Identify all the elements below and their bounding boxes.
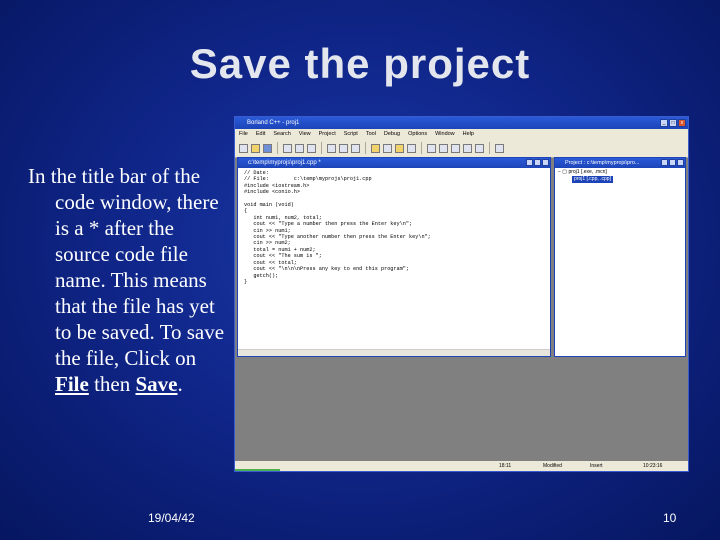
code-text[interactable]: // Date: // File: c:\temp\myprojs\proj1.… [238, 168, 550, 287]
cut-icon[interactable] [283, 143, 292, 153]
code-editor-window: c:\temp\myprojs\proj1.cpp * // Date: // … [237, 157, 551, 357]
editor-minimize-icon[interactable] [526, 159, 533, 166]
step-icon[interactable] [427, 143, 436, 153]
menu-help[interactable]: Help [463, 129, 474, 139]
menu-file[interactable]: File [239, 129, 248, 139]
ide-toolbar [235, 139, 688, 158]
inspect-icon[interactable] [475, 143, 484, 153]
find-icon[interactable] [351, 143, 360, 153]
tree-node-exe-label: proj1 [.exe, .mcn] [568, 169, 607, 175]
new-file-icon[interactable] [239, 143, 248, 153]
project-title-bar: Project : c:\temp\myprojs\pro... [555, 158, 685, 168]
run-icon[interactable] [395, 143, 404, 153]
redo-icon[interactable] [339, 143, 348, 153]
editor-horizontal-scrollbar[interactable] [238, 349, 550, 356]
then-word: then [94, 372, 131, 396]
editor-maximize-icon[interactable] [534, 159, 541, 166]
ide-title-bar: Borland C++ - proj1 _ □ x [235, 117, 688, 129]
project-maximize-icon[interactable] [669, 159, 676, 166]
menu-view[interactable]: View [299, 129, 311, 139]
save-icon[interactable] [263, 143, 272, 153]
slide-title: Save the project [189, 40, 531, 87]
copy-icon[interactable] [295, 143, 304, 153]
body-text: In the title bar of the code window, the… [28, 163, 233, 397]
minimize-icon[interactable]: _ [660, 119, 668, 127]
save-word: Save [135, 372, 178, 396]
file-word: File [55, 372, 89, 396]
project-tree: − ▢ proj1 [.exe, .mcn] proj1 [.cpp, .cpp… [555, 168, 685, 184]
trace-icon[interactable] [439, 143, 448, 153]
progress-indicator [235, 469, 280, 471]
status-position: 18:11 [499, 463, 512, 469]
instruction-text: In the title bar of the code window, the… [28, 164, 225, 370]
menu-window[interactable]: Window [435, 129, 455, 139]
page-number: 10 [663, 511, 677, 525]
status-bar: 18:11 Modified Insert 10:23:16 [235, 461, 688, 471]
ide-menu-bar: File Edit Search View Project Script Too… [235, 129, 688, 139]
footer-date: 19/04/42 [148, 511, 195, 525]
undo-icon[interactable] [327, 143, 336, 153]
tree-node-exe[interactable]: − ▢ proj1 [.exe, .mcn] [558, 169, 682, 176]
maximize-icon[interactable]: □ [669, 119, 677, 127]
project-close-icon[interactable] [677, 159, 684, 166]
editor-close-icon[interactable] [542, 159, 549, 166]
menu-options[interactable]: Options [408, 129, 427, 139]
compile-icon[interactable] [371, 143, 380, 153]
menu-tool[interactable]: Tool [366, 129, 376, 139]
breakpoint-icon[interactable] [451, 143, 460, 153]
menu-script[interactable]: Script [344, 129, 358, 139]
status-modified: Modified [543, 463, 562, 469]
help-icon[interactable] [495, 143, 504, 153]
editor-title: c:\temp\myprojs\proj1.cpp * [248, 160, 321, 166]
tree-node-cpp[interactable]: proj1 [.cpp, .cpp] [572, 176, 613, 183]
instruction-paragraph: In the title bar of the code window, the… [28, 163, 233, 397]
make-icon[interactable] [383, 143, 392, 153]
paste-icon[interactable] [307, 143, 316, 153]
status-time: 10:23:16 [643, 463, 663, 469]
open-folder-icon[interactable] [251, 143, 260, 153]
period: . [177, 372, 183, 396]
project-minimize-icon[interactable] [661, 159, 668, 166]
editor-title-bar: c:\temp\myprojs\proj1.cpp * [238, 158, 550, 168]
menu-search[interactable]: Search [273, 129, 290, 139]
ide-app-title: Borland C++ - proj1 [247, 120, 300, 126]
watch-icon[interactable] [463, 143, 472, 153]
ide-screenshot: Borland C++ - proj1 _ □ x File Edit Sear… [234, 116, 689, 472]
project-window: Project : c:\temp\myprojs\pro... − ▢ pro… [554, 157, 686, 357]
menu-project[interactable]: Project [319, 129, 336, 139]
menu-debug[interactable]: Debug [384, 129, 400, 139]
status-insert: Insert [590, 463, 603, 469]
project-title: Project : c:\temp\myprojs\pro... [565, 160, 640, 166]
debug-icon[interactable] [407, 143, 416, 153]
menu-edit[interactable]: Edit [256, 129, 265, 139]
close-icon[interactable]: x [678, 119, 686, 127]
